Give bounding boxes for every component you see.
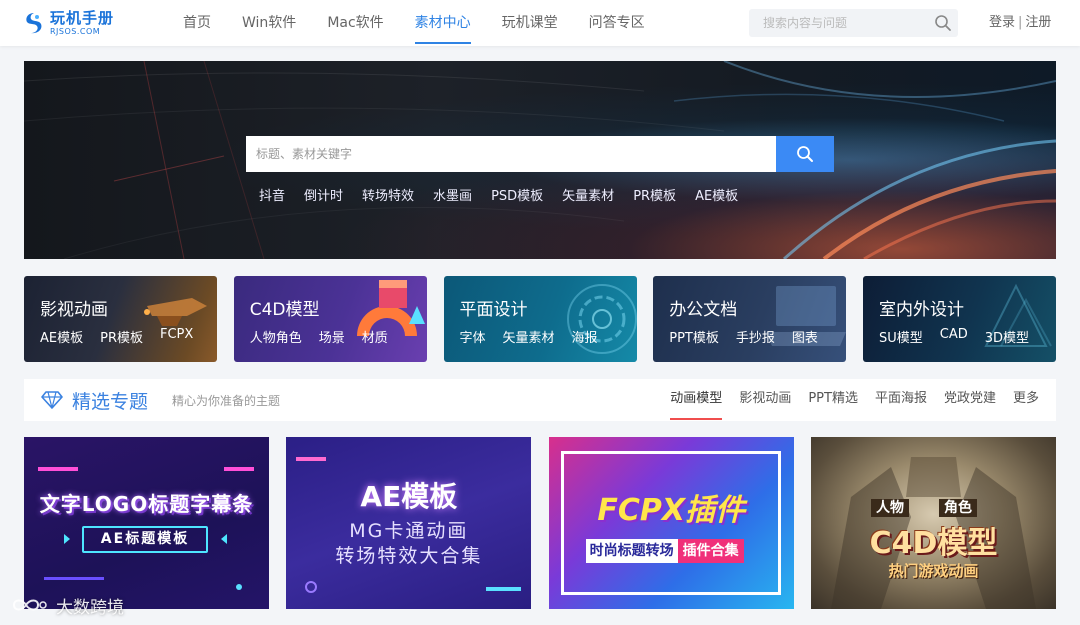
register-link[interactable]: 注册 <box>1025 15 1051 30</box>
category-card-graphic-design[interactable]: 平面设计 字体 矢量素材 海报 <box>443 276 637 362</box>
laptop-icon <box>766 286 847 346</box>
category-title: 室内外设计 <box>879 300 964 320</box>
search-icon[interactable] <box>934 14 952 32</box>
hot-tags: 抖音 倒计时 转场特效 水墨画 PSD模板 矢量素材 PR模板 AE模板 <box>259 185 757 204</box>
category-sub-link[interactable]: 3D模型 <box>985 327 1029 346</box>
hot-tag[interactable]: AE模板 <box>695 185 738 204</box>
hot-tag[interactable]: 抖音 <box>259 185 285 204</box>
nav-mac-software[interactable]: Mac软件 <box>316 0 394 46</box>
logo-title: 玩机手册 <box>50 8 115 27</box>
category-sub-link[interactable]: 材质 <box>362 327 388 346</box>
topic-badge: AE标题模板 <box>82 526 208 553</box>
topic-title: FCPX插件 <box>597 493 745 528</box>
category-sub-link[interactable]: 手抄报 <box>736 327 775 346</box>
tab-ppt[interactable]: PPT精选 <box>808 379 858 421</box>
category-sub-link[interactable]: CAD <box>940 327 968 346</box>
category-sub-link[interactable]: PPT模板 <box>669 327 719 346</box>
hero-search-button[interactable] <box>776 136 834 172</box>
topic-strip-label: 插件合集 <box>677 539 744 563</box>
nav-win-software[interactable]: Win软件 <box>231 0 307 46</box>
category-title: C4D模型 <box>249 300 320 320</box>
topic-tag: 角色 <box>938 499 977 517</box>
category-cards: 影视动画 AE模板 PR模板 FCPX C4D模型 人物角色 场景 材质 平面设… <box>24 276 1056 362</box>
topic-strip: 时尚标题转场 插件合集 <box>585 539 744 563</box>
nav-material-center[interactable]: 素材中心 <box>404 0 482 46</box>
category-sub-link[interactable]: 海报 <box>572 327 598 346</box>
category-title: 平面设计 <box>459 300 528 320</box>
section-description: 精心为你准备的主题 <box>172 394 281 408</box>
topic-subtitle: MG卡通动画 <box>349 520 469 542</box>
header-search <box>749 9 958 37</box>
auth-links: 登录 | 注册 <box>989 0 1051 46</box>
topic-title: C4D模型 <box>869 526 998 561</box>
nav-qa[interactable]: 问答专区 <box>578 0 656 46</box>
tab-party-building[interactable]: 党政党建 <box>944 379 996 421</box>
c4d-shapes-icon <box>356 280 425 336</box>
topic-card-c4d-models[interactable]: 人物 角色 C4D模型 热门游戏动画 <box>810 437 1056 609</box>
hot-tag[interactable]: PSD模板 <box>491 185 543 204</box>
category-card-office-docs[interactable]: 办公文档 PPT模板 手抄报 图表 <box>653 276 847 362</box>
topic-subtitle: 热门游戏动画 <box>888 562 979 580</box>
category-card-video-animation[interactable]: 影视动画 AE模板 PR模板 FCPX <box>24 276 217 362</box>
category-title: 影视动画 <box>40 300 108 320</box>
category-card-interior-design[interactable]: 室内外设计 SU模型 CAD 3D模型 <box>863 276 1056 362</box>
category-sub-link[interactable]: PR模板 <box>100 327 143 346</box>
tab-video-animation[interactable]: 影视动画 <box>739 379 791 421</box>
hot-tag[interactable]: 矢量素材 <box>562 185 614 204</box>
topic-title: 文字LOGO标题字幕条 <box>39 492 254 516</box>
site-logo[interactable]: 玩机手册 RJSOS.COM <box>22 7 114 39</box>
watermark: 大数跨境 <box>8 592 124 618</box>
nav-home[interactable]: 首页 <box>172 0 222 46</box>
topic-card-fcpx-plugins[interactable]: FCPX插件 时尚标题转场 插件合集 <box>548 437 794 609</box>
category-sub-link[interactable]: 图表 <box>792 327 818 346</box>
hero-banner: 抖音 倒计时 转场特效 水墨画 PSD模板 矢量素材 PR模板 AE模板 <box>24 61 1056 259</box>
card-decoration <box>38 467 254 590</box>
top-header: 玩机手册 RJSOS.COM 首页 Win软件 Mac软件 素材中心 玩机课堂 … <box>0 0 1080 46</box>
watermark-text: 大数跨境 <box>56 597 124 618</box>
hot-tag[interactable]: PR模板 <box>633 185 676 204</box>
logo-subtitle: RJSOS.COM <box>50 26 101 36</box>
hero-search-input[interactable] <box>246 136 776 172</box>
tab-animation-models[interactable]: 动画模型 <box>670 379 723 421</box>
category-card-c4d[interactable]: C4D模型 人物角色 场景 材质 <box>233 276 427 362</box>
topic-subtitle: 转场特效大合集 <box>335 545 483 567</box>
category-title: 办公文档 <box>669 300 738 320</box>
hot-tag[interactable]: 倒计时 <box>304 185 343 204</box>
nav-classroom[interactable]: 玩机课堂 <box>491 0 569 46</box>
topic-card-ae-templates[interactable]: AE模板 MG卡通动画 转场特效大合集 <box>286 437 532 609</box>
spaceship-icon <box>144 298 207 326</box>
section-tabs: 动画模型 影视动画 PPT精选 平面海报 党政党建 更多 <box>653 379 1039 421</box>
infinity-logo-icon <box>12 599 47 611</box>
category-sub-link[interactable]: 场景 <box>319 327 345 346</box>
logo-icon <box>26 13 42 34</box>
topic-cards: 文字LOGO标题字幕条 AE标题模板 AE模板 MG卡通动画 转场特效大合集 F… <box>24 437 1056 609</box>
login-link[interactable]: 登录 <box>989 15 1015 30</box>
hot-tag[interactable]: 转场特效 <box>362 185 414 204</box>
topic-strip-label: 时尚标题转场 <box>585 539 678 563</box>
category-sub-link[interactable]: FCPX <box>160 327 193 346</box>
topic-tag: 人物 <box>870 499 909 517</box>
category-sub-link[interactable]: 矢量素材 <box>503 327 555 346</box>
search-icon <box>797 146 813 162</box>
main-nav: 首页 Win软件 Mac软件 素材中心 玩机课堂 问答专区 <box>172 0 665 46</box>
category-sub-link[interactable]: SU模型 <box>879 327 923 346</box>
hot-tag[interactable]: 水墨画 <box>433 185 472 204</box>
diamond-icon <box>41 391 63 409</box>
tech-circle-icon <box>566 284 637 354</box>
category-sub-link[interactable]: 字体 <box>460 327 486 346</box>
category-sub-link[interactable]: 人物角色 <box>250 327 302 346</box>
featured-section-header: 精选专题 精心为你准备的主题 动画模型 影视动画 PPT精选 平面海报 党政党建… <box>24 379 1056 421</box>
section-title: 精选专题 <box>72 391 149 413</box>
hero-search <box>246 136 834 172</box>
topic-card-ae-title[interactable]: 文字LOGO标题字幕条 AE标题模板 <box>24 437 269 609</box>
auth-separator: | <box>1018 15 1023 30</box>
category-sub-link[interactable]: AE模板 <box>40 327 83 346</box>
tab-posters[interactable]: 平面海报 <box>875 379 927 421</box>
topic-title: AE模板 <box>360 480 458 513</box>
header-search-input[interactable] <box>749 9 919 37</box>
tab-more[interactable]: 更多 <box>1013 379 1039 421</box>
